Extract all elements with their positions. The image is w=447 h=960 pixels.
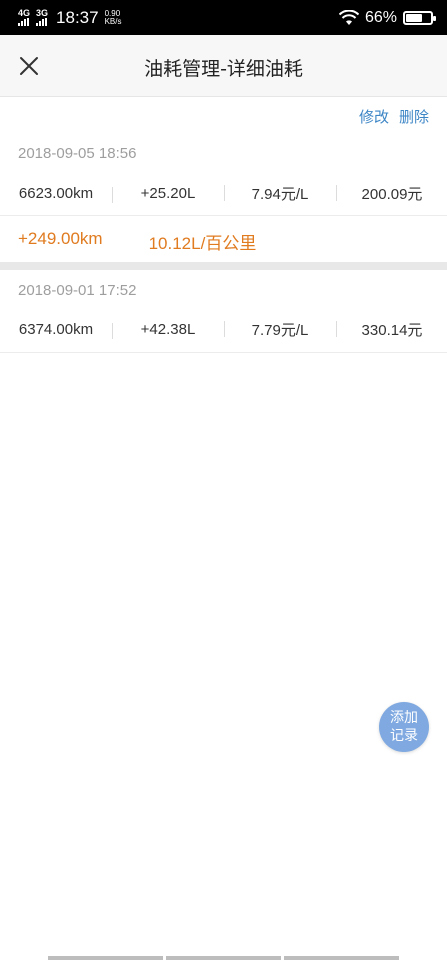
signal-bars-icon: [36, 18, 48, 26]
indicator-segment: [284, 956, 399, 960]
status-bar: 4G 3G 18:37 0.90 KB/s 66%: [0, 0, 447, 35]
signal-4g: 4G: [18, 9, 30, 26]
status-time: 18:37: [56, 7, 99, 27]
record-price: 7.94元/L: [224, 183, 336, 204]
record-values-row: 6374.00km +42.38L 7.79元/L 330.14元: [0, 309, 447, 349]
signal-bars-icon: [18, 18, 29, 26]
record-actions: 修改 删除: [359, 106, 429, 127]
record-fuel: +25.20L: [112, 185, 224, 203]
status-right: 66%: [338, 8, 436, 27]
record-distance: +249.00km: [18, 229, 103, 248]
record-datetime: 2018-09-05 18:56: [18, 145, 137, 162]
network-4g-label: 4G: [18, 8, 31, 18]
record-cost: 200.09元: [336, 183, 447, 204]
record-cost: 330.14元: [336, 319, 447, 340]
record-summary: +249.00km 10.12L/百公里: [18, 229, 256, 254]
page-title: 油耗管理-详细油耗: [144, 58, 303, 80]
add-record-button[interactable]: 添加 记录: [379, 702, 429, 752]
battery-percent: 66%: [364, 8, 397, 26]
signal-3g: 3G: [36, 9, 48, 26]
bottom-indicator: [0, 956, 447, 960]
section-separator: [0, 262, 447, 270]
row-divider: [0, 352, 447, 353]
network-speed-unit: KB/s: [104, 16, 122, 26]
record-fuel: +42.38L: [112, 321, 224, 339]
record-mileage: 6374.00km: [18, 320, 94, 338]
battery-fill: [406, 13, 422, 22]
delete-button[interactable]: 删除: [399, 106, 429, 127]
edit-button[interactable]: 修改: [359, 106, 389, 127]
record-values-row: 6623.00km +25.20L 7.94元/L 200.09元: [0, 173, 447, 213]
status-left: 4G 3G 18:37 0.90 KB/s: [18, 8, 121, 28]
record-consumption: 10.12L/百公里: [148, 234, 257, 253]
indicator-segment: [48, 956, 163, 960]
record-price: 7.79元/L: [224, 319, 336, 340]
network-3g-label: 3G: [36, 8, 49, 18]
battery-icon: [403, 10, 436, 25]
app-header: 油耗管理-详细油耗: [0, 35, 447, 97]
network-speed: 0.90 KB/s: [104, 9, 122, 26]
wifi-icon: [338, 9, 359, 25]
record-mileage: 6623.00km: [18, 184, 94, 202]
add-record-label-line2: 记录: [390, 728, 418, 744]
record-datetime: 2018-09-01 17:52: [18, 282, 137, 299]
indicator-segment: [166, 956, 281, 960]
add-record-label-line1: 添加: [390, 710, 418, 726]
row-divider: [0, 215, 447, 216]
